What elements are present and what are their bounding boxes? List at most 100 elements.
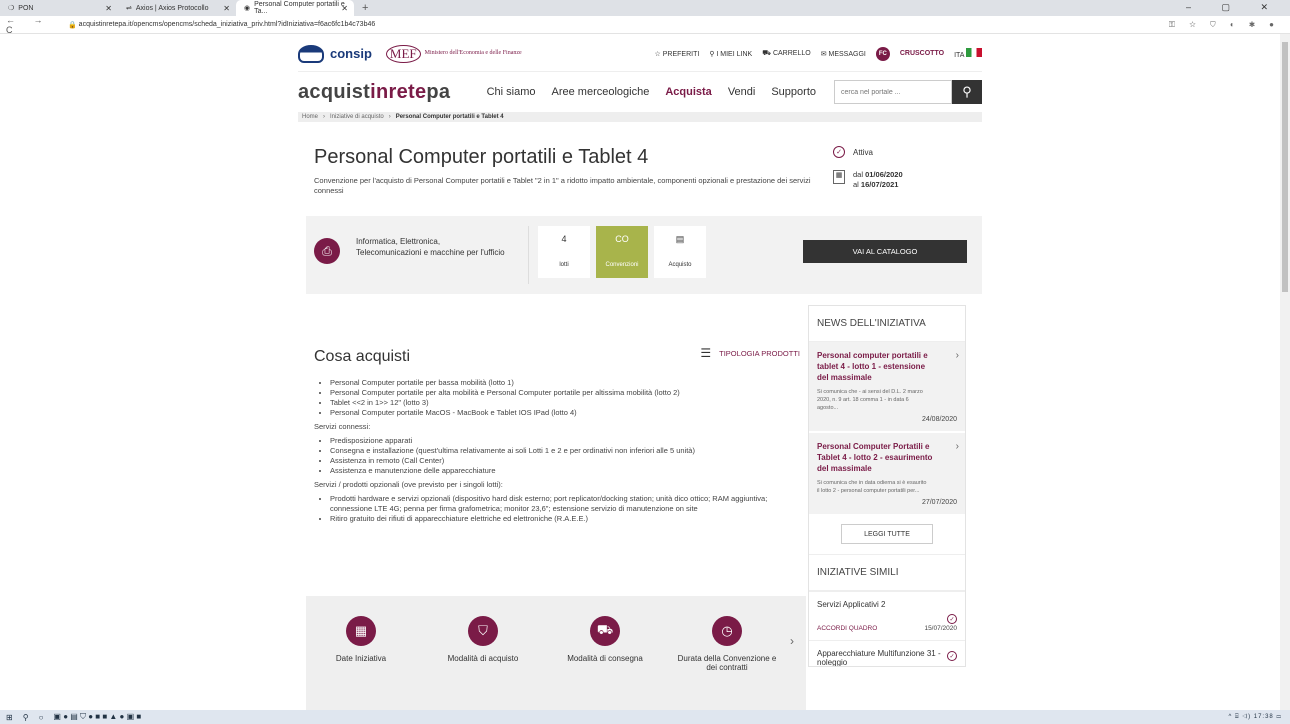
similar-item[interactable]: Servizi Applicativi 2 ✓ ACCORDI QUADRO 15/… <box>809 591 965 640</box>
chevron-right-icon[interactable]: › <box>790 634 794 648</box>
acquisto-tile[interactable]: ▤ Acquisto <box>654 226 706 278</box>
modalita-acquisto-item[interactable]: ⛉ Modalità di acquisto <box>428 616 538 663</box>
tab-favicon-icon: ❍ <box>8 5 15 12</box>
carrello-link[interactable]: ⛟ CARRELLO <box>762 49 811 58</box>
cart-icon: ⛟ <box>762 50 773 57</box>
search-icon: ⚲ <box>962 84 972 99</box>
browser-tab[interactable]: ⇌ Axios | Axios Protocollo ✕ <box>118 0 236 16</box>
language-selector[interactable]: ITA <box>954 48 982 59</box>
read-all-button[interactable]: LEGGI TUTTE <box>841 524 933 544</box>
check-circle-icon: ✓ <box>947 614 957 624</box>
chevron-right-icon: › <box>955 350 959 361</box>
search-button[interactable]: ⚲ <box>952 80 982 104</box>
list-item: Personal Computer portatile per bassa mo… <box>330 378 804 388</box>
utility-links: ☆ PREFERITI ⚲ I MIEI LINK ⛟ CARRELLO ✉ M… <box>655 46 982 61</box>
document-icon: ▤ <box>675 234 685 244</box>
menu-item-aree[interactable]: Aree merceologiche <box>552 86 650 98</box>
main-nav: acquistinretepa Chi siamo Aree merceolog… <box>298 72 982 112</box>
new-tab-button[interactable]: + <box>354 2 376 14</box>
similar-item[interactable]: Apparecchiature Multifunzione 31 - noleg… <box>809 640 965 666</box>
window-controls[interactable]: – ▢ ✕ <box>1186 2 1282 13</box>
breadcrumb-current: Personal Computer portatili e Tablet 4 <box>395 114 504 120</box>
tab-favicon-icon: ⇌ <box>126 5 132 12</box>
sidebar: NEWS DELL'INIZIATIVA Personal computer p… <box>808 305 966 667</box>
page-description: Convenzione per l'acquisto di Personal C… <box>314 176 811 195</box>
subheading: Servizi / prodotti opzionali (ove previs… <box>314 480 503 489</box>
miei-link-link[interactable]: ⚲ I MIEI LINK <box>709 50 752 58</box>
check-circle-icon: ✓ <box>833 146 845 158</box>
info-band: ⎙ Informatica, Elettronica, Telecomunica… <box>306 216 982 294</box>
close-icon[interactable]: ✕ <box>105 4 112 13</box>
search-icon[interactable]: ⚲ <box>23 713 29 722</box>
tipologia-link[interactable]: ☰ TIPOLOGIA PRODOTTI <box>700 346 800 360</box>
lock-icon: 🔒 <box>68 21 79 29</box>
list-item: Assistenza in remoto (Call Center) <box>330 456 804 466</box>
mef-logo[interactable]: MEF Ministero dell'Economia e delle Finan… <box>385 44 522 63</box>
scrollbar-thumb[interactable] <box>1282 42 1288 292</box>
menu: Chi siamo Aree merceologiche Acquista Ve… <box>487 86 816 98</box>
app-icons[interactable]: ▣ ● ▤ ⛉ ● ■ ■ ▲ ● ▣ ■ <box>53 712 141 722</box>
section-title: Cosa acquisti <box>314 348 411 365</box>
news-item[interactable]: Personal computer portatili e tablet 4 -… <box>809 342 965 431</box>
close-icon[interactable]: ✕ <box>341 4 348 13</box>
truck-icon: ⛟ <box>590 616 620 646</box>
preferiti-link[interactable]: ☆ PREFERITI <box>655 50 700 58</box>
italy-flag-icon <box>966 48 982 57</box>
similar-title: INIZIATIVE SIMILI <box>809 554 965 591</box>
page-title: Personal Computer portatili e Tablet 4 <box>314 146 649 168</box>
stopwatch-icon: ◷ <box>712 616 742 646</box>
feature-icons: ▦ Date Iniziativa ⛉ Modalità di acquisto ⛟… <box>306 596 806 720</box>
system-tray[interactable]: ^ ⌸ ◁) 17:38 ▭ <box>1229 714 1282 721</box>
breadcrumb: Home › Iniziative di acquisto › Personal C… <box>298 112 982 122</box>
chevron-right-icon: › <box>955 441 959 452</box>
star-icon: ☆ <box>654 50 663 58</box>
menu-item-acquista[interactable]: Acquista <box>665 86 711 98</box>
mail-icon: ✉ <box>820 50 829 58</box>
scrollbar[interactable] <box>1280 34 1290 710</box>
category-label: Informatica, Elettronica, Telecomunicazi… <box>356 237 505 257</box>
messaggi-link[interactable]: ✉ MESSAGGI <box>821 50 866 58</box>
list-item: Ritiro gratuito dei rifiuti di apparecch… <box>330 514 804 524</box>
check-circle-icon: ✓ <box>947 651 957 661</box>
site-brand[interactable]: acquistinretepa <box>298 81 450 104</box>
cruscotto-link[interactable]: CRUSCOTTO <box>900 50 944 57</box>
menu-item-vendi[interactable]: Vendi <box>728 86 756 98</box>
breadcrumb-iniziative[interactable]: Iniziative di acquisto <box>330 114 384 120</box>
nav-buttons[interactable]: ← → C <box>0 15 68 35</box>
windows-start-icon[interactable]: ⊞ <box>6 713 13 722</box>
user-avatar[interactable]: FC <box>875 46 890 61</box>
basket-icon: ⛉ <box>468 616 498 646</box>
date-iniziativa-item[interactable]: ▦ Date Iniziativa <box>306 616 416 663</box>
product-list: Personal Computer portatile per bassa mo… <box>314 378 804 528</box>
menu-item-chi-siamo[interactable]: Chi siamo <box>487 86 536 98</box>
address-bar: ← → C 🔒 acquistinretepa.it/opencms/openc… <box>0 15 1290 35</box>
task-view-icon[interactable]: ○ <box>39 713 44 722</box>
tab-favicon-icon: ◉ <box>244 5 251 12</box>
taskbar: ⊞ ⚲ ○ ▣ ● ▤ ⛉ ● ■ ■ ▲ ● ▣ ■ ^ ⌸ ◁) 17:38 ▭ <box>0 710 1290 724</box>
durata-item[interactable]: ◷ Durata della Convenzione e dei contratt… <box>672 616 782 672</box>
url-field[interactable]: acquistinretepa.it/opencms/opencms/sched… <box>79 21 376 28</box>
news-title: NEWS DELL'INIZIATIVA <box>809 306 965 342</box>
subheading: Servizi connessi: <box>314 422 371 431</box>
convenzioni-tile[interactable]: CO Convenzioni <box>596 226 648 278</box>
news-item[interactable]: Personal Computer Portatili e Tablet 4 -… <box>809 433 965 514</box>
hero: Personal Computer portatili e Tablet 4 C… <box>298 122 982 216</box>
date-range: ▦ dal 01/06/2020 al 16/07/2021 <box>833 170 903 190</box>
search-input[interactable] <box>834 80 952 104</box>
browser-tab-active[interactable]: ◉ Personal Computer portatili e Ta... ✕ <box>236 0 354 16</box>
list-item: Consegna e installazione (quest'ultima r… <box>330 446 804 456</box>
list-item: Tablet <<2 in 1>> 12" (lotto 3) <box>330 398 804 408</box>
site-container: consip MEF Ministero dell'Economia e dell… <box>298 36 982 720</box>
close-icon[interactable]: ✕ <box>223 4 230 13</box>
catalog-button[interactable]: VAI AL CATALOGO <box>803 240 967 263</box>
modalita-consegna-item[interactable]: ⛟ Modalità di consegna <box>550 616 660 663</box>
calendar-icon: ▦ <box>833 170 845 184</box>
divider <box>528 226 529 284</box>
search-box: ⚲ <box>834 80 982 104</box>
lotti-tile[interactable]: 4 lotti <box>538 226 590 278</box>
list-item: Prodotti hardware e servizi opzionali (d… <box>330 494 804 514</box>
breadcrumb-home[interactable]: Home <box>302 114 318 120</box>
extension-icons[interactable]: ⚿ ☆ ⛉ ◐ ✱ ● <box>1169 20 1280 30</box>
consip-logo[interactable]: consip <box>298 44 372 63</box>
menu-item-supporto[interactable]: Supporto <box>771 86 816 98</box>
